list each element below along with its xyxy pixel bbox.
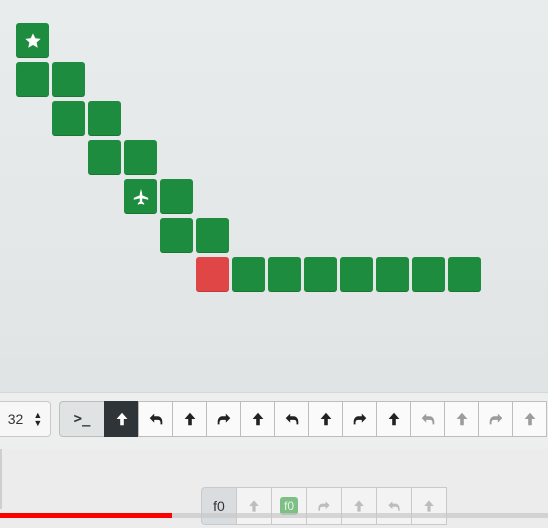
function-command-slot[interactable]	[376, 487, 412, 525]
turn-left-icon	[147, 410, 165, 428]
board-tile	[304, 257, 337, 292]
board-tile	[16, 23, 49, 58]
command-slot[interactable]	[512, 401, 547, 437]
function-label-text: f0	[213, 498, 225, 514]
command-slot[interactable]	[104, 401, 139, 437]
command-slot[interactable]	[240, 401, 275, 437]
board-tile-red	[196, 257, 229, 292]
board-tile	[160, 218, 193, 253]
forward-arrow-icon	[113, 410, 131, 428]
forward-arrow-icon	[351, 498, 367, 514]
divider	[0, 449, 2, 509]
board-tile	[412, 257, 445, 292]
forward-arrow-icon	[249, 410, 267, 428]
board-tile	[16, 62, 49, 97]
function-command-slot[interactable]	[341, 487, 377, 525]
forward-arrow-icon	[246, 498, 262, 514]
speed-value: 32	[7, 411, 24, 427]
board-tile	[196, 218, 229, 253]
command-slot[interactable]	[444, 401, 479, 437]
function-panel: f0 f0	[0, 449, 548, 528]
board-tile	[88, 140, 121, 175]
board-tile	[448, 257, 481, 292]
forward-arrow-icon	[385, 410, 403, 428]
board-tile	[160, 179, 193, 214]
turn-left-icon	[283, 410, 301, 428]
turn-right-icon	[316, 498, 332, 514]
board-tile	[88, 101, 121, 136]
forward-arrow-icon	[421, 498, 437, 514]
forward-arrow-icon	[521, 410, 539, 428]
function-command-slot[interactable]	[236, 487, 272, 525]
command-slot[interactable]	[342, 401, 377, 437]
command-slot[interactable]	[172, 401, 207, 437]
plane-icon	[132, 188, 150, 206]
video-progress-played	[0, 513, 172, 518]
command-slot[interactable]	[478, 401, 513, 437]
program-toolbar: 32 ▲ ▼ >_	[0, 392, 548, 449]
function-command-slot[interactable]	[411, 487, 447, 525]
board-tile	[124, 179, 157, 214]
function-call-slot[interactable]: f0	[271, 487, 307, 525]
command-slot[interactable]	[206, 401, 241, 437]
command-slot[interactable]	[138, 401, 173, 437]
game-board	[0, 0, 548, 392]
turn-right-icon	[487, 410, 505, 428]
board-tile	[232, 257, 265, 292]
function-label: f0	[201, 487, 237, 525]
terminal-label: >_	[73, 411, 91, 427]
board-tile	[124, 140, 157, 175]
forward-arrow-icon	[317, 410, 335, 428]
command-slot[interactable]	[308, 401, 343, 437]
forward-arrow-icon	[453, 410, 471, 428]
command-slot[interactable]	[410, 401, 445, 437]
board-tile	[52, 101, 85, 136]
program-strip: >_	[59, 401, 547, 437]
turn-left-icon	[419, 410, 437, 428]
speed-select[interactable]: 32 ▲ ▼	[0, 401, 51, 437]
command-slot[interactable]	[274, 401, 309, 437]
board-tile	[340, 257, 373, 292]
command-slot[interactable]	[376, 401, 411, 437]
turn-left-icon	[386, 498, 402, 514]
board-tile	[52, 62, 85, 97]
forward-arrow-icon	[181, 410, 199, 428]
function-f0-row: f0 f0	[201, 487, 447, 525]
turn-right-icon	[351, 410, 369, 428]
star-icon	[24, 32, 42, 50]
run-terminal-button[interactable]: >_	[59, 401, 105, 437]
board-tile	[268, 257, 301, 292]
turn-right-icon	[215, 410, 233, 428]
board-tile	[376, 257, 409, 292]
video-progress-bar[interactable]	[0, 513, 548, 518]
function-command-slot[interactable]	[306, 487, 342, 525]
updown-icon: ▲ ▼	[33, 410, 43, 428]
